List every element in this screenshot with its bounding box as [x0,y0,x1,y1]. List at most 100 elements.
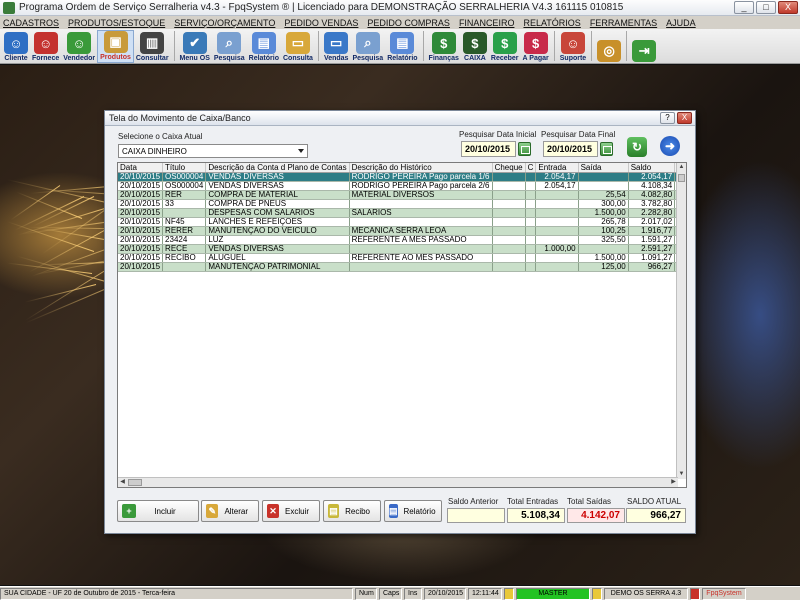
saldo-atual-field: 966,27 [626,508,686,523]
date-start-field[interactable]: 20/10/2015 [461,141,516,157]
toolbar-button-consulta[interactable]: ▭ Consulta [281,30,315,63]
main-toolbar: ☺ Cliente ☺ Fornece ☺ Vendedor ▣ Produtos ▥ Consu… [0,29,800,64]
excluir-button[interactable]: ✕ Excluir [262,500,320,522]
scroll-thumb[interactable] [128,479,142,486]
table-cell: 33 [162,199,207,209]
scroll-up-icon[interactable]: ▲ [677,163,686,172]
calendar-icon[interactable] [600,142,613,156]
toolbar-label: Finanças [428,55,459,62]
vertical-scrollbar[interactable]: ▲ ▼ [676,163,686,479]
menu-item-ajuda[interactable]: AJUDA [666,18,696,28]
cash-select[interactable]: CAIXA DINHEIRO [118,144,308,158]
toolbar-button-vendedor[interactable]: ☺ Vendedor [61,30,97,63]
table-row[interactable]: 20/10/2015 RER COMPRA DE MATERIAL MATERIAL … [118,190,686,200]
column-header[interactable]: Data [118,163,164,173]
menu-item-produtos-estoque[interactable]: PRODUTOS/ESTOQUE [68,18,165,28]
menu-item-pedido-vendas[interactable]: PEDIDO VENDAS [284,18,358,28]
table-cell: 20/10/2015 [118,190,164,200]
date-start-label: Pesquisar Data Inicial [459,130,537,139]
toolbar-button-suporte[interactable]: ☺ Suporte [558,30,588,63]
incluir-button[interactable]: + Incluir [117,500,199,522]
table-cell: RODRIGO PEREIRA Pago parcela 1/6 [349,172,493,182]
toolbar-button-pesquisa[interactable]: ⌕ Pesquisa [350,30,385,63]
toolbar-button-relat-rio[interactable]: ▤ Relatório [247,30,281,63]
relat-rio-button[interactable]: ▤ Relatório [384,500,442,522]
toolbar-button-vendas[interactable]: ▭ Vendas [322,30,351,63]
column-header[interactable]: Saída [578,163,629,173]
table-cell: VENDAS DIVERSAS [205,244,350,254]
table-row[interactable]: 20/10/2015 33 COMPRA DE PNEUS 300,00 3.782,8… [118,199,686,209]
menu-item-cadastros[interactable]: CADASTROS [3,18,59,28]
movements-grid[interactable]: Data Título Descrição da Conta d Plano de … [117,162,687,488]
dialog-help-button[interactable]: ? [660,112,675,124]
table-row[interactable]: 20/10/2015 MANUTENÇÃO PATRIMONIAL 125,00 96… [118,262,686,272]
total-saidas-field: 4.142,07 [567,508,625,523]
dialog-close-button[interactable]: X [677,112,692,124]
status-caps: Caps [379,587,402,600]
table-cell: 1.091,27 [628,253,676,263]
scroll-left-icon[interactable]: ◀ [118,478,127,487]
table-row[interactable]: 20/10/2015 RERER MANUTENÇÃO DO VEÍCULO MECA… [118,226,686,236]
table-cell: MATERIAL DIVERSOS [349,190,493,200]
table-cell: 20/10/2015 [118,199,164,209]
toolbar-button-receber[interactable]: $ Receber [489,30,521,63]
toolbar-button-coins-icon[interactable]: ◎ [595,30,623,63]
monitor-icon: ▭ [324,32,349,54]
table-row[interactable]: 20/10/2015 RECE VENDAS DIVERSAS 1.000,00 2.5… [118,244,686,254]
toolbar-button-exit-icon[interactable]: ⇥ [630,30,658,63]
dialog-titlebar: Tela do Movimento de Caixa/Banco ? X [105,111,695,126]
menu-item-financeiro[interactable]: FINANCEIRO [459,18,515,28]
table-cell [492,199,526,209]
column-header[interactable]: Saldo [628,163,676,173]
arrow-right-icon[interactable]: ➜ [660,136,680,156]
scroll-down-icon[interactable]: ▼ [677,470,686,479]
horizontal-scrollbar[interactable]: ◀ ▶ [118,477,678,487]
toolbar-button-finan-as[interactable]: $ Finanças [427,30,461,63]
column-header[interactable]: Descrição da Conta d Plano de Contas [205,163,350,173]
saldo-anterior-label: Saldo Anterior [448,497,499,506]
toolbar-button-menu-os[interactable]: ✔ Menu OS [178,30,212,63]
menu-item-relat-rios[interactable]: RELATÓRIOS [523,18,580,28]
date-end-field[interactable]: 20/10/2015 [543,141,598,157]
table-cell: 20/10/2015 [118,253,164,263]
toolbar-button-produtos[interactable]: ▣ Produtos [97,30,134,63]
column-header[interactable]: Cheque [492,163,526,173]
column-header[interactable]: Entrada [535,163,579,173]
column-header[interactable]: C [525,163,537,173]
menu-item-pedido-compras[interactable]: PEDIDO COMPRAS [367,18,450,28]
folder-icon: ▭ [285,32,310,54]
menu-item-ferramentas[interactable]: FERRAMENTAS [590,18,657,28]
toolbar-button-caixa[interactable]: $ CAIXA [461,30,489,63]
toolbar-button-relat-rio[interactable]: ▤ Relatório [385,30,419,63]
menu-item-servi-o-or-amento[interactable]: SERVIÇO/ORÇAMENTO [174,18,275,28]
table-row[interactable]: 20/10/2015 NF45 LANCHES E REFEIÇÕES 265,78 2… [118,217,686,227]
alterar-button[interactable]: ✎ Alterar [201,500,259,522]
toolbar-button-a-pagar[interactable]: $ A Pagar [521,30,551,63]
column-header[interactable]: Descrição do Histórico [349,163,493,173]
table-cell [349,199,493,209]
toolbar-button-fornece[interactable]: ☺ Fornece [30,30,61,63]
calendar-icon[interactable] [518,142,531,156]
table-row[interactable]: 20/10/2015 23424 LUZ REFERENTE A MES PASSAD… [118,235,686,245]
refresh-icon[interactable]: ↻ [627,137,647,157]
report-icon: ▤ [389,504,398,518]
table-row[interactable]: 20/10/2015 DESPESAS COM SALARIOS SALARIOS 1… [118,208,686,218]
column-header[interactable]: Título [162,163,207,173]
table-row[interactable]: 20/10/2015 OS000004 VENDAS DIVERSAS RODRIGO… [118,172,686,182]
table-cell [578,181,629,191]
scroll-right-icon[interactable]: ▶ [669,478,678,487]
toolbar-button-cliente[interactable]: ☺ Cliente [2,30,30,63]
person-icon: ☺ [4,32,28,54]
table-row[interactable]: 20/10/2015 OS000004 VENDAS DIVERSAS RODRIGO… [118,181,686,191]
total-saidas-label: Total Saídas [567,497,612,506]
close-button[interactable]: X [778,1,798,14]
table-row[interactable]: 20/10/2015 RECIBO ALUGUEL REFERENTE AO MES … [118,253,686,263]
delete-icon: ✕ [267,504,279,518]
scroll-thumb[interactable] [678,174,685,182]
toolbar-label: CAIXA [464,55,486,62]
recibo-button[interactable]: ▤ Recibo [323,500,381,522]
toolbar-button-pesquisa[interactable]: ⌕ Pesquisa [212,30,247,63]
toolbar-button-consultar[interactable]: ▥ Consultar [134,30,171,63]
maximize-button[interactable]: □ [756,1,776,14]
minimize-button[interactable]: _ [734,1,754,14]
